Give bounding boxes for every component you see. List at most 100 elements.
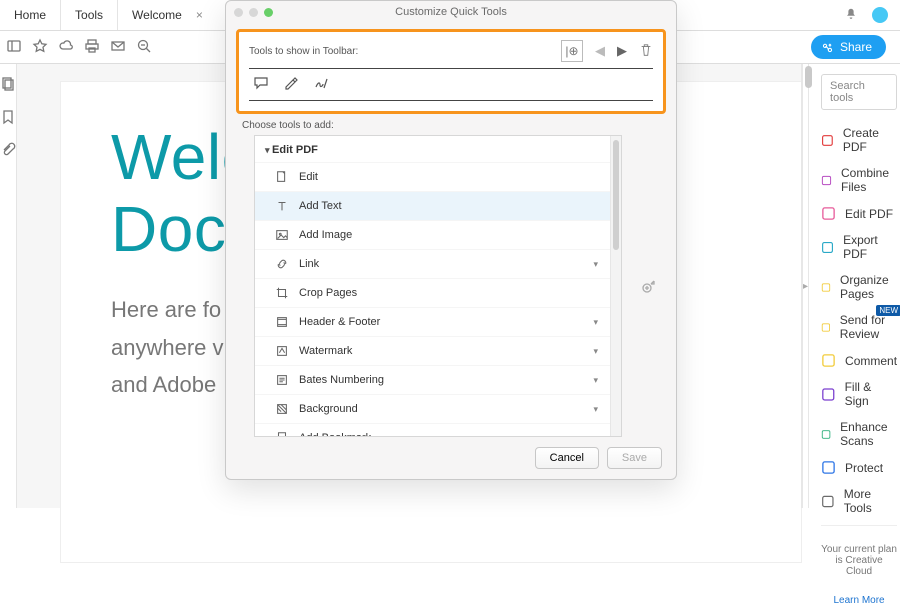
tool-item-more-tools[interactable]: More Tools bbox=[821, 481, 897, 521]
tool-item-export-pdf[interactable]: Export PDF bbox=[821, 227, 897, 267]
tool-row-watermark[interactable]: Watermark▾ bbox=[255, 336, 610, 365]
tools-list: Create PDF Combine Files Edit PDF Export PD… bbox=[821, 120, 897, 521]
group-header[interactable]: Edit PDF bbox=[255, 136, 610, 162]
tool-item-enhance-scans[interactable]: Enhance Scans bbox=[821, 414, 897, 454]
tab-document[interactable]: Welcome × bbox=[118, 0, 217, 30]
dialog-titlebar[interactable]: Customize Quick Tools bbox=[226, 1, 676, 23]
toolbar-config-area: Tools to show in Toolbar: |⊕ ◀ ▶ bbox=[236, 29, 666, 114]
scrollbar[interactable] bbox=[801, 64, 802, 508]
tool-icon bbox=[821, 494, 835, 509]
row-label: Header & Footer bbox=[299, 316, 380, 328]
tool-label: Protect bbox=[845, 461, 883, 475]
sidebar-toggle-icon[interactable] bbox=[6, 38, 22, 57]
tool-row-crop-pages[interactable]: Crop Pages bbox=[255, 278, 610, 307]
window-close-dot[interactable] bbox=[234, 8, 243, 17]
row-icon bbox=[275, 199, 289, 213]
tool-label: Combine Files bbox=[841, 166, 897, 194]
customize-dialog: Customize Quick Tools Tools to show in T… bbox=[225, 0, 677, 480]
add-separator-button[interactable]: |⊕ bbox=[561, 40, 583, 62]
save-button[interactable]: Save bbox=[607, 447, 662, 469]
tool-item-fill-sign[interactable]: Fill & Sign bbox=[821, 374, 897, 414]
window-max-dot[interactable] bbox=[264, 8, 273, 17]
tool-icon bbox=[821, 173, 832, 188]
choose-section-label: Choose tools to add: bbox=[242, 120, 660, 131]
tool-row-add-bookmark[interactable]: Add Bookmark bbox=[255, 423, 610, 436]
row-icon bbox=[275, 228, 289, 242]
tab-close-icon[interactable]: × bbox=[196, 8, 203, 22]
cloud-icon[interactable] bbox=[58, 38, 74, 57]
tool-row-link[interactable]: Link▾ bbox=[255, 249, 610, 278]
tool-icon bbox=[821, 240, 834, 255]
tool-item-send-for-review[interactable]: Send for ReviewNEW bbox=[821, 307, 897, 347]
share-button[interactable]: Share bbox=[811, 35, 886, 59]
tab-tools[interactable]: Tools bbox=[61, 0, 118, 30]
list-scrollbar-thumb[interactable] bbox=[613, 140, 619, 250]
dialog-title: Customize Quick Tools bbox=[395, 6, 507, 18]
chevron-down-icon[interactable]: ▾ bbox=[593, 375, 598, 386]
row-icon bbox=[275, 344, 289, 358]
row-icon bbox=[275, 373, 289, 387]
tool-item-edit-pdf[interactable]: Edit PDF bbox=[821, 200, 897, 227]
row-icon bbox=[275, 170, 289, 184]
share-icon bbox=[821, 41, 834, 54]
tool-icon bbox=[821, 427, 831, 442]
add-to-toolbar-button[interactable] bbox=[636, 135, 662, 437]
tool-row-add-text[interactable]: Add Text bbox=[255, 191, 610, 220]
share-label: Share bbox=[840, 40, 872, 54]
tool-item-combine-files[interactable]: Combine Files bbox=[821, 160, 897, 200]
tool-row-bates-numbering[interactable]: Bates Numbering▾ bbox=[255, 365, 610, 394]
window-min-dot[interactable] bbox=[249, 8, 258, 17]
tool-row-header-footer[interactable]: Header & Footer ▾ bbox=[255, 307, 610, 336]
chevron-down-icon[interactable]: ▾ bbox=[593, 317, 598, 328]
tool-item-comment[interactable]: Comment bbox=[821, 347, 897, 374]
search-input[interactable]: Search tools bbox=[821, 74, 897, 110]
tab-home[interactable]: Home bbox=[0, 0, 61, 30]
attachments-panel-icon[interactable] bbox=[0, 142, 16, 161]
tool-item-organize-pages[interactable]: Organize Pages bbox=[821, 267, 897, 307]
row-label: Edit bbox=[299, 171, 318, 183]
zoom-out-icon[interactable] bbox=[136, 38, 152, 57]
tool-item-protect[interactable]: Protect bbox=[821, 454, 897, 481]
tool-row-background[interactable]: Background▾ bbox=[255, 394, 610, 423]
cancel-button[interactable]: Cancel bbox=[535, 447, 599, 469]
chevron-down-icon[interactable]: ▾ bbox=[593, 259, 598, 270]
tool-label: Enhance Scans bbox=[840, 420, 897, 448]
mail-icon[interactable] bbox=[110, 38, 126, 57]
avatar[interactable] bbox=[872, 7, 888, 23]
tool-row-edit[interactable]: Edit bbox=[255, 162, 610, 191]
tool-item-create-pdf[interactable]: Create PDF bbox=[821, 120, 897, 160]
row-icon bbox=[275, 257, 289, 271]
row-icon bbox=[275, 315, 289, 329]
tool-label: Export PDF bbox=[843, 233, 897, 261]
row-label: Add Text bbox=[299, 200, 342, 212]
tool-icon bbox=[821, 353, 836, 368]
bell-icon[interactable] bbox=[844, 7, 858, 24]
tool-label: Comment bbox=[845, 354, 897, 368]
list-scrollbar[interactable] bbox=[610, 136, 621, 436]
new-badge: NEW bbox=[876, 305, 900, 316]
comment-tool-icon[interactable] bbox=[253, 75, 269, 94]
move-right-icon[interactable]: ▶ bbox=[617, 43, 627, 59]
page-body-line1: Here are fo bbox=[111, 297, 221, 322]
tools-panel: Search tools Create PDF Combine Files Edit… bbox=[808, 64, 900, 508]
chevron-down-icon[interactable]: ▾ bbox=[593, 404, 598, 415]
row-icon bbox=[275, 431, 289, 436]
move-left-icon[interactable]: ◀ bbox=[595, 43, 605, 59]
tab-home-label: Home bbox=[14, 8, 46, 22]
row-icon bbox=[275, 402, 289, 416]
tool-label: Send for Review bbox=[840, 313, 897, 341]
star-icon[interactable] bbox=[32, 38, 48, 57]
highlight-tool-icon[interactable] bbox=[283, 75, 299, 94]
available-tools-list: Edit PDF Edit Add Text Add ImageLink▾Crop … bbox=[255, 136, 610, 436]
sign-tool-icon[interactable] bbox=[313, 75, 329, 94]
chevron-down-icon[interactable]: ▾ bbox=[593, 346, 598, 357]
tool-label: Organize Pages bbox=[840, 273, 897, 301]
learn-more-link[interactable]: Learn More bbox=[821, 595, 897, 606]
scrollbar-thumb[interactable] bbox=[805, 66, 812, 88]
bookmark-panel-icon[interactable] bbox=[0, 109, 16, 128]
tool-row-add-image[interactable]: Add Image bbox=[255, 220, 610, 249]
tab-document-label: Welcome bbox=[132, 8, 182, 22]
trash-icon[interactable] bbox=[639, 43, 653, 60]
print-icon[interactable] bbox=[84, 38, 100, 57]
pages-panel-icon[interactable] bbox=[0, 76, 16, 95]
